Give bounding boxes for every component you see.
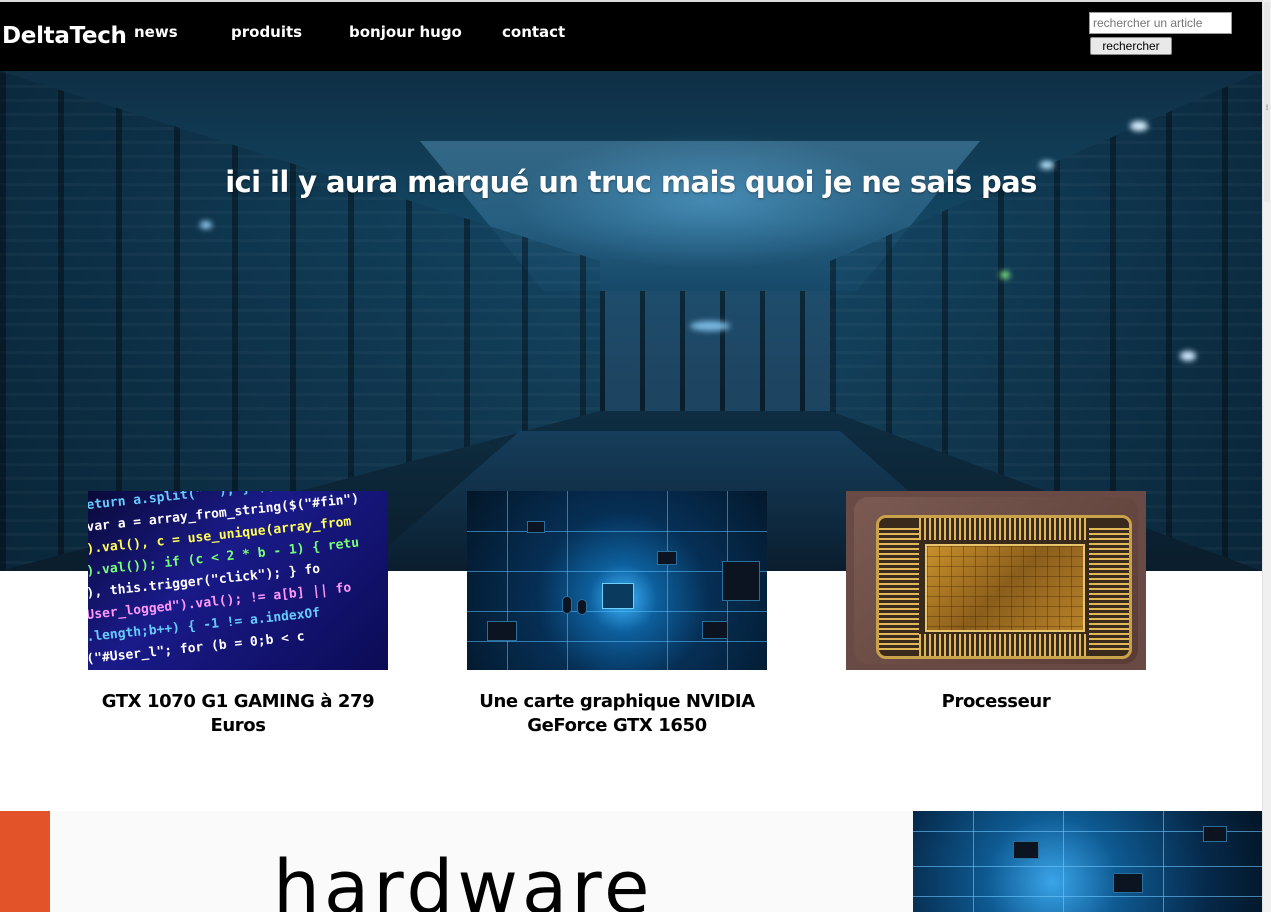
article-card-title[interactable]: Une carte graphique NVIDIA GeForce GTX 1… [467, 690, 767, 738]
article-card[interactable]: Une carte graphique NVIDIA GeForce GTX 1… [467, 491, 767, 738]
search-button[interactable]: rechercher [1090, 37, 1172, 55]
hero-bg-light [690, 321, 730, 331]
scrollbar-grip-icon: ⁞ [1265, 103, 1269, 112]
circuit-board-image [467, 491, 767, 670]
brand-logo[interactable]: DeltaTech [2, 23, 127, 49]
nav-link-contact[interactable]: contact [502, 23, 565, 41]
hero-bg-light [200, 221, 212, 229]
processor-chip-image [846, 491, 1146, 670]
search-input[interactable] [1089, 12, 1232, 34]
nav-link-news[interactable]: news [134, 23, 178, 41]
hero-title: ici il y aura marqué un truc mais quoi j… [225, 165, 1037, 199]
nav-link-bonjour-hugo[interactable]: bonjour hugo [349, 23, 462, 41]
section-title: hardware [273, 845, 654, 912]
page: DeltaTech news produits bonjour hugo con… [0, 0, 1271, 912]
section-circuit-image [913, 811, 1262, 912]
hero-bg-light [1000, 271, 1010, 279]
hero-bg-light [1130, 121, 1148, 131]
nav-link-produits[interactable]: produits [231, 23, 302, 41]
code-screen-image: return a.split(" "); } $("#unique") (var… [88, 491, 388, 670]
article-card[interactable]: return a.split(" "); } $("#unique") (var… [88, 491, 388, 738]
hero-bg-light [1180, 351, 1196, 361]
hardware-section: hardware [0, 811, 1262, 912]
section-accent-bar [0, 811, 50, 912]
article-card-title[interactable]: Processeur [846, 690, 1146, 714]
article-card[interactable]: Processeur [846, 491, 1146, 714]
scrollbar-thumb[interactable] [1264, 2, 1270, 202]
scrollbar[interactable]: ⁞ [1262, 0, 1271, 912]
hero-bg-back-racks [600, 291, 830, 411]
navbar: DeltaTech news produits bonjour hugo con… [0, 2, 1262, 71]
article-card-title[interactable]: GTX 1070 G1 GAMING à 279 Euros [88, 690, 388, 738]
